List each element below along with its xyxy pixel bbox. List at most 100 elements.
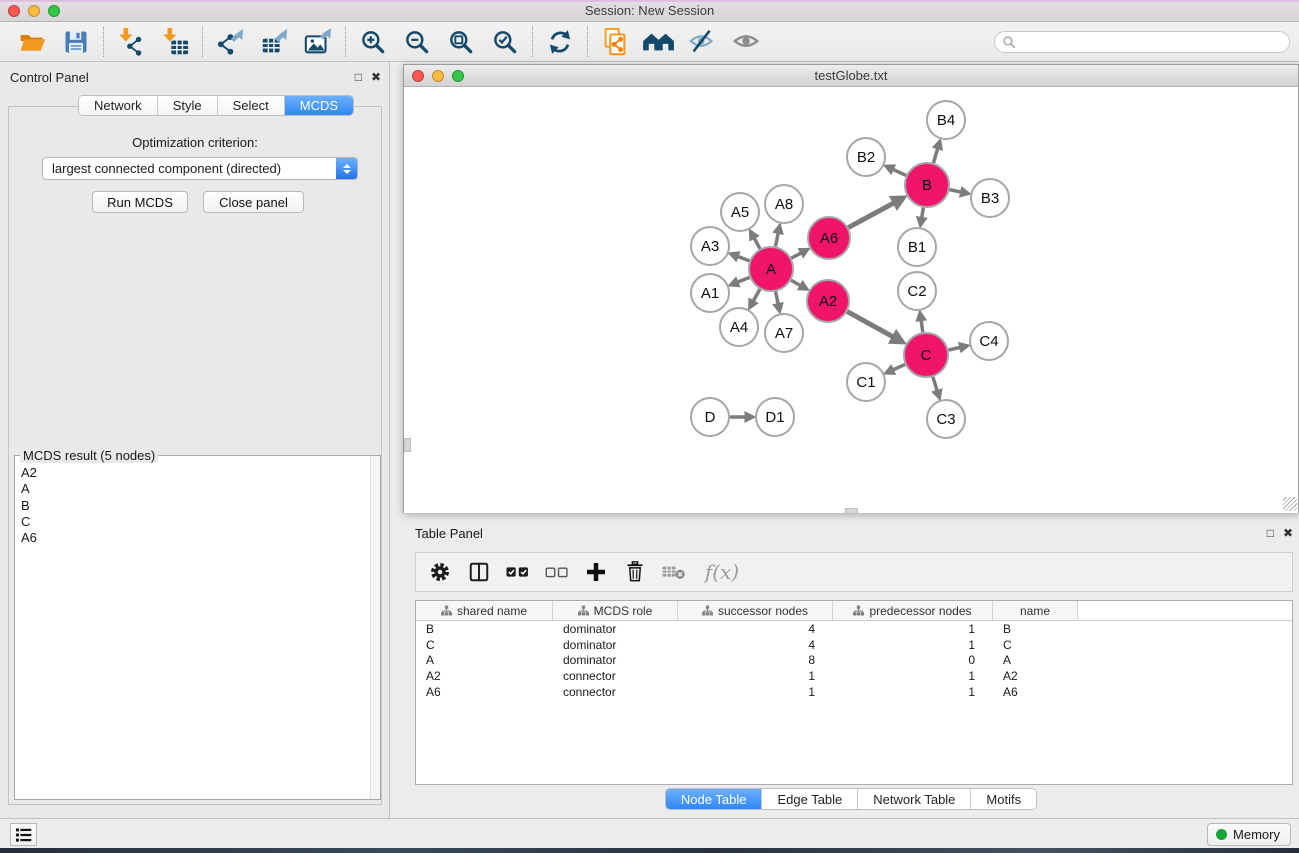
svg-text:C4: C4 bbox=[979, 333, 998, 350]
svg-text:B: B bbox=[922, 177, 932, 194]
tab-network[interactable]: Network bbox=[79, 96, 158, 115]
add-column-button[interactable] bbox=[581, 556, 611, 588]
graph-node-A1[interactable]: A1 bbox=[691, 274, 729, 312]
refresh-view-button[interactable] bbox=[538, 24, 582, 60]
zoom-out-button[interactable] bbox=[395, 24, 439, 60]
tab-network-table[interactable]: Network Table bbox=[858, 789, 971, 809]
tab-select[interactable]: Select bbox=[218, 96, 285, 115]
graph-node-A7[interactable]: A7 bbox=[765, 314, 803, 352]
table-row[interactable]: C dominator 4 1 C bbox=[416, 637, 1292, 653]
float-table-panel-icon[interactable]: □ bbox=[1267, 526, 1274, 540]
column-header-mcds-role[interactable]: MCDS role bbox=[553, 601, 678, 621]
tab-mcds[interactable]: MCDS bbox=[285, 96, 353, 115]
close-panel-icon[interactable]: ✖ bbox=[371, 70, 381, 84]
search-input[interactable] bbox=[1016, 33, 1289, 51]
gear-icon bbox=[428, 560, 452, 584]
import-table-button[interactable] bbox=[153, 24, 197, 60]
graph-node-B4[interactable]: B4 bbox=[927, 101, 965, 139]
export-image-button[interactable] bbox=[296, 24, 340, 60]
graph-node-A8[interactable]: A8 bbox=[765, 185, 803, 223]
close-table-panel-icon[interactable]: ✖ bbox=[1283, 526, 1293, 540]
tab-style[interactable]: Style bbox=[158, 96, 218, 115]
window-resize-grip[interactable] bbox=[1283, 497, 1297, 511]
network-vertical-scroll-thumb[interactable] bbox=[404, 438, 411, 452]
float-panel-icon[interactable]: □ bbox=[355, 70, 362, 84]
graph-node-A4[interactable]: A4 bbox=[720, 308, 758, 346]
graph-node-C1[interactable]: C1 bbox=[847, 363, 885, 401]
graph-node-A5[interactable]: A5 bbox=[721, 193, 759, 231]
zoom-fit-button[interactable] bbox=[439, 24, 483, 60]
show-selected-button[interactable] bbox=[725, 24, 769, 60]
tab-motifs[interactable]: Motifs bbox=[971, 789, 1036, 809]
table-settings-button[interactable] bbox=[425, 556, 455, 588]
select-all-button[interactable] bbox=[503, 556, 533, 588]
cell-predecessor-nodes: 1 bbox=[833, 669, 993, 683]
table-row[interactable]: B dominator 4 1 B bbox=[416, 621, 1292, 637]
save-session-button[interactable] bbox=[54, 24, 98, 60]
cell-predecessor-nodes: 1 bbox=[833, 622, 993, 636]
graph-node-C2[interactable]: C2 bbox=[898, 272, 936, 310]
delete-table-icon bbox=[661, 562, 687, 582]
export-table-button[interactable] bbox=[252, 24, 296, 60]
graph-node-D1[interactable]: D1 bbox=[756, 398, 794, 436]
graph-node-B2[interactable]: B2 bbox=[847, 138, 885, 176]
import-network-button[interactable] bbox=[109, 24, 153, 60]
delete-column-button[interactable] bbox=[620, 556, 650, 588]
optimization-criterion-select[interactable]: largest connected component (directed) bbox=[42, 157, 358, 180]
cell-mcds-role: dominator bbox=[553, 638, 678, 652]
result-list-scrollbar[interactable] bbox=[370, 456, 380, 799]
graph-node-C4[interactable]: C4 bbox=[970, 322, 1008, 360]
task-history-button[interactable] bbox=[10, 823, 37, 846]
network-canvas[interactable]: B4 B2 B B3 A8A5 A6 A3 B1 A C2 A1 A2 A4A7 C4 C C1 D D1 C3 bbox=[404, 87, 1298, 513]
chevron-down-icon bbox=[343, 170, 351, 174]
mcds-result-list[interactable]: A2 A B C A6 bbox=[15, 456, 380, 799]
cell-name: B bbox=[993, 622, 1078, 636]
graph-node-B[interactable]: B bbox=[905, 163, 949, 207]
open-session-button[interactable] bbox=[10, 24, 54, 60]
column-header-shared-name[interactable]: shared name bbox=[416, 601, 553, 621]
column-header-predecessor-nodes[interactable]: predecessor nodes bbox=[833, 601, 993, 621]
network-horizontal-scroll-thumb[interactable] bbox=[845, 508, 858, 514]
show-all-hide-all-button[interactable] bbox=[637, 24, 681, 60]
graph-node-B1[interactable]: B1 bbox=[898, 228, 936, 266]
column-label: successor nodes bbox=[718, 604, 808, 618]
graph-node-A[interactable]: A bbox=[749, 247, 793, 291]
open-folder-icon bbox=[17, 28, 47, 56]
graph-node-A2[interactable]: A2 bbox=[807, 280, 849, 322]
network-graph[interactable]: B4 B2 B B3 A8A5 A6 A3 B1 A C2 A1 A2 A4A7 C4 C C1 D D1 C3 bbox=[404, 87, 1298, 513]
column-selector-button[interactable] bbox=[464, 556, 494, 588]
graph-node-D[interactable]: D bbox=[691, 398, 729, 436]
header-filler bbox=[1078, 601, 1292, 621]
clone-network-button[interactable] bbox=[593, 24, 637, 60]
svg-text:B2: B2 bbox=[857, 149, 875, 166]
zoom-selected-button[interactable] bbox=[483, 24, 527, 60]
result-item: B bbox=[21, 498, 380, 514]
svg-text:A: A bbox=[766, 261, 776, 278]
graph-node-C3[interactable]: C3 bbox=[927, 400, 965, 438]
memory-button[interactable]: Memory bbox=[1207, 823, 1291, 846]
chevron-up-icon bbox=[343, 164, 351, 168]
zoom-in-button[interactable] bbox=[351, 24, 395, 60]
table-row[interactable]: A2 connector 1 1 A2 bbox=[416, 668, 1292, 684]
column-label: predecessor nodes bbox=[869, 604, 971, 618]
graph-node-A3[interactable]: A3 bbox=[691, 227, 729, 265]
table-row[interactable]: A6 connector 1 1 A6 bbox=[416, 684, 1292, 700]
graph-node-C[interactable]: C bbox=[904, 333, 948, 377]
hide-selected-button[interactable] bbox=[681, 24, 725, 60]
cell-mcds-role: dominator bbox=[553, 653, 678, 667]
graph-node-A6[interactable]: A6 bbox=[808, 217, 850, 259]
graph-node-B3[interactable]: B3 bbox=[971, 179, 1009, 217]
optimization-criterion-label: Optimization criterion: bbox=[0, 135, 390, 150]
cell-shared-name: B bbox=[416, 622, 553, 636]
result-item: A bbox=[21, 481, 380, 497]
run-mcds-button[interactable]: Run MCDS bbox=[92, 191, 188, 213]
column-header-name[interactable]: name bbox=[993, 601, 1078, 621]
table-row[interactable]: A dominator 8 0 A bbox=[416, 652, 1292, 668]
deselect-all-button[interactable] bbox=[542, 556, 572, 588]
tab-edge-table[interactable]: Edge Table bbox=[762, 789, 858, 809]
column-header-successor-nodes[interactable]: successor nodes bbox=[678, 601, 833, 621]
tab-node-table[interactable]: Node Table bbox=[666, 789, 763, 809]
search-field[interactable] bbox=[994, 31, 1290, 53]
close-panel-button[interactable]: Close panel bbox=[203, 191, 304, 213]
export-network-button[interactable] bbox=[208, 24, 252, 60]
